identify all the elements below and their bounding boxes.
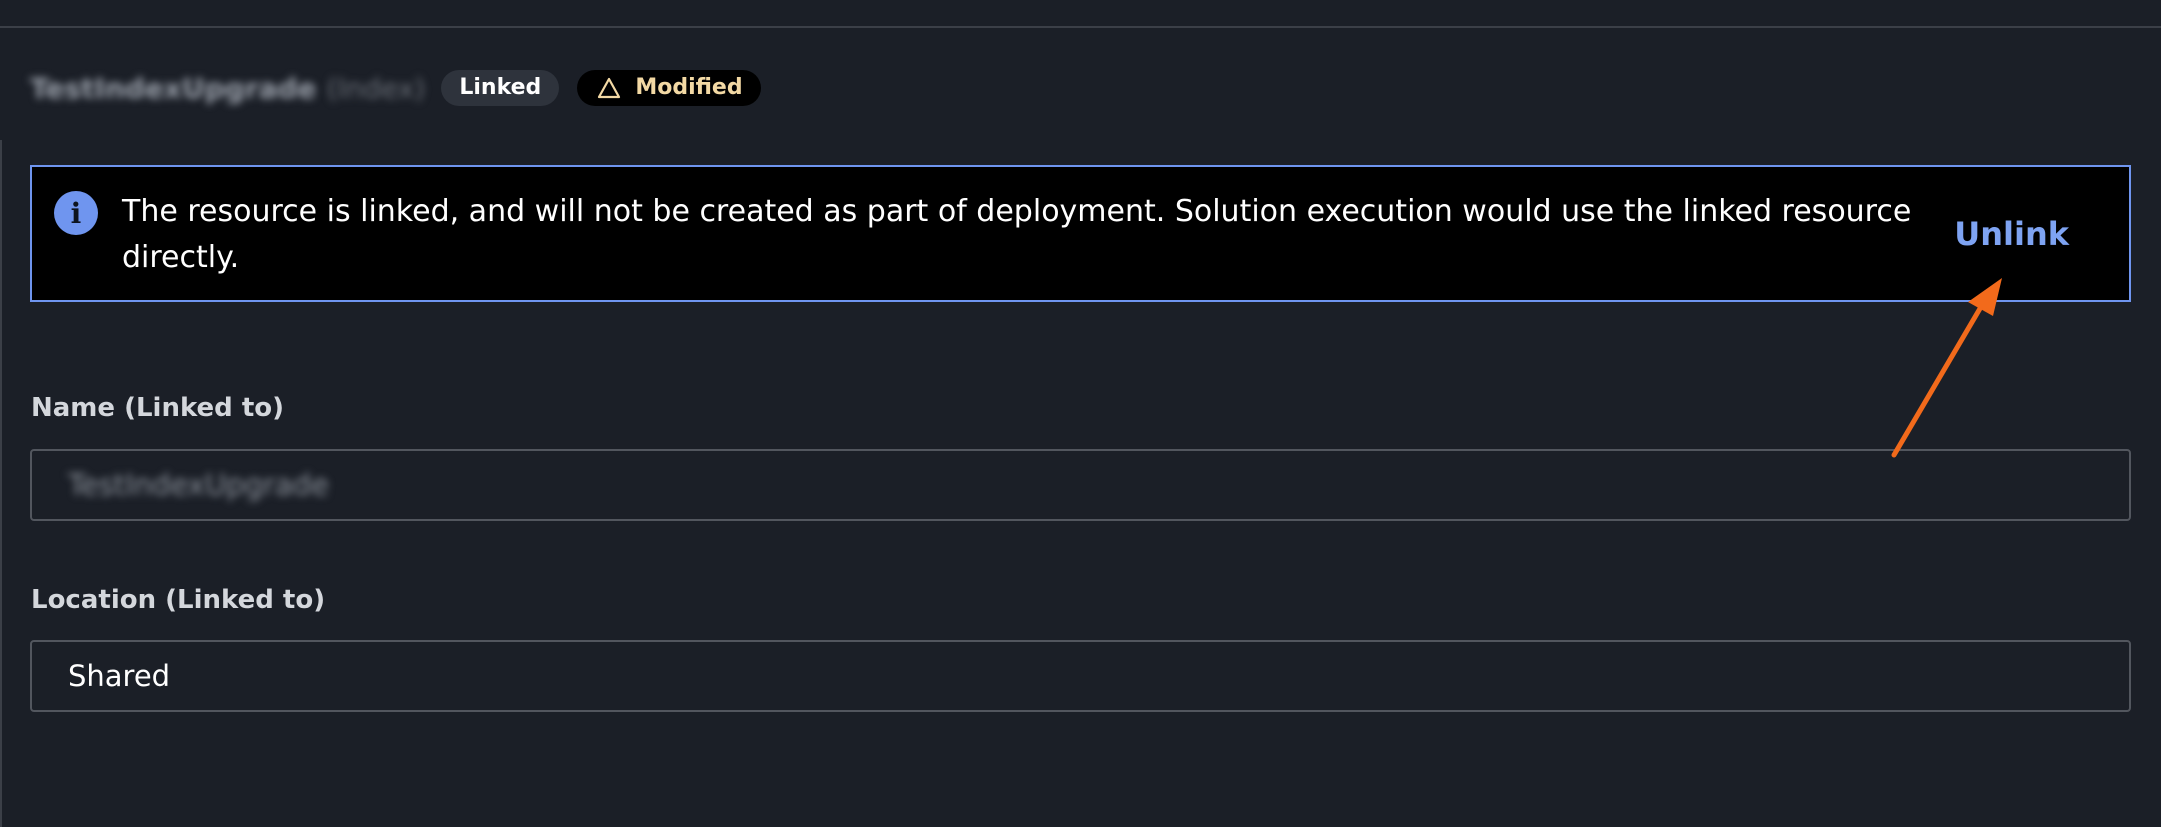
- unlink-button[interactable]: Unlink: [1954, 215, 2069, 253]
- left-rail: [0, 140, 2, 827]
- resource-type: (Index): [326, 71, 426, 105]
- linked-badge: Linked: [441, 70, 560, 106]
- location-field-label: Location (Linked to): [31, 585, 326, 615]
- page: TestIndexUpgrade (Index) Linked Modified…: [0, 0, 2161, 827]
- modified-badge-label: Modified: [635, 75, 743, 100]
- name-field-label: Name (Linked to): [31, 393, 285, 423]
- location-field[interactable]: Shared: [30, 640, 2131, 712]
- linked-info-banner: i The resource is linked, and will not b…: [30, 165, 2131, 302]
- warning-triangle-icon: [597, 77, 621, 99]
- modified-badge: Modified: [577, 70, 761, 106]
- resource-name: TestIndexUpgrade: [30, 71, 317, 105]
- banner-message: The resource is linked, and will not be …: [122, 194, 1912, 275]
- resource-header: TestIndexUpgrade (Index) Linked Modified: [30, 70, 761, 106]
- name-field[interactable]: TestIndexUpgrade: [30, 449, 2131, 521]
- location-field-value: Shared: [68, 659, 171, 693]
- info-icon: i: [54, 191, 98, 235]
- name-field-value: TestIndexUpgrade: [68, 468, 329, 502]
- top-divider: [0, 0, 2161, 28]
